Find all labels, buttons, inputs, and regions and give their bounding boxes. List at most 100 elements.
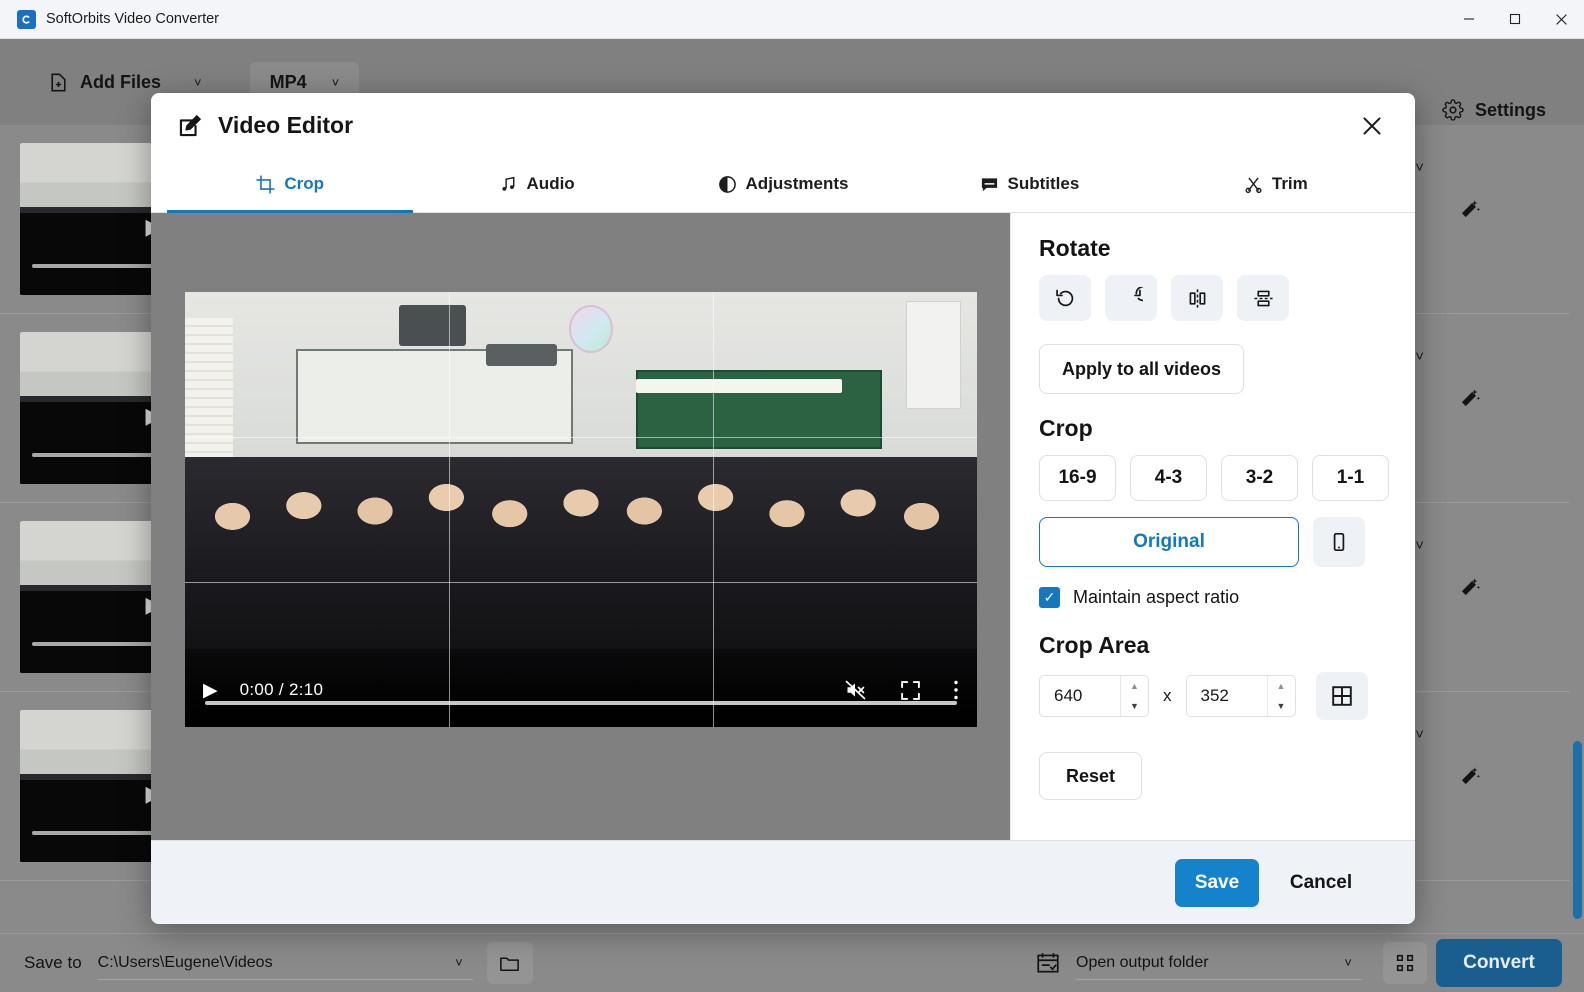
time-display: 0:00 / 2:10	[239, 680, 324, 699]
maintain-aspect-ratio-checkbox[interactable]: ✓	[1039, 587, 1060, 608]
rotate-counterclockwise-button[interactable]	[1039, 275, 1091, 321]
tab-trim[interactable]: Trim	[1153, 158, 1399, 213]
post-conversion-action-select[interactable]: Open output folder ˅	[1076, 946, 1362, 980]
row-chevron-down-icon[interactable]: ˅	[1415, 159, 1424, 176]
phone-portrait-icon	[1329, 532, 1349, 552]
rotate-clockwise-icon	[1120, 286, 1143, 310]
convert-button[interactable]: Convert	[1436, 939, 1562, 987]
rotate-counterclockwise-icon	[1054, 287, 1077, 310]
format-label: MP4	[269, 71, 307, 92]
output-path-input[interactable]: C:\Users\Eugene\Videos ˅	[97, 946, 473, 980]
rotate-clockwise-button[interactable]	[1105, 275, 1157, 321]
video-preview-canvas: ▶ 0:00 / 2:10	[151, 213, 1011, 840]
apply-to-all-videos-button[interactable]: Apply to all videos	[1039, 344, 1245, 394]
edit-pencil-icon	[177, 112, 204, 139]
ratio-1-1-button[interactable]: 1-1	[1312, 455, 1389, 501]
tab-crop-label: Crop	[284, 174, 325, 193]
tab-subtitles-label: Subtitles	[1007, 174, 1080, 193]
contrast-icon	[718, 175, 737, 194]
dialog-header: Video Editor	[151, 93, 1415, 158]
flip-vertical-button[interactable]	[1237, 275, 1289, 321]
scrollbar-thumb[interactable]	[1573, 741, 1582, 919]
crop-heading: Crop	[1039, 415, 1093, 441]
kebab-menu-icon[interactable]	[953, 679, 959, 701]
maximize-button[interactable]	[1492, 0, 1538, 39]
editor-body: ▶ 0:00 / 2:10 Rotate Apply to all videos…	[151, 213, 1415, 840]
video-player[interactable]: ▶ 0:00 / 2:10	[185, 292, 977, 727]
flip-horizontal-button[interactable]	[1171, 275, 1223, 321]
post-action-chevron-down-icon[interactable]: ˅	[1344, 955, 1352, 970]
magic-wand-icon[interactable]	[1457, 764, 1482, 789]
flip-vertical-icon	[1252, 287, 1275, 310]
output-path-chevron-down-icon[interactable]: ˅	[455, 955, 463, 970]
ratio-16-9-button[interactable]: 16-9	[1039, 455, 1116, 501]
grid-overlay-toggle-button[interactable]	[1315, 672, 1368, 720]
rotate-button-group	[1039, 275, 1389, 321]
crop-settings-panel: Rotate Apply to all videos Crop 16-9 4-3…	[1011, 213, 1415, 840]
output-path-value: C:\Users\Eugene\Videos	[97, 953, 273, 971]
subtitles-icon	[980, 175, 999, 194]
row-chevron-down-icon[interactable]: ˅	[1415, 726, 1424, 743]
original-ratio-row: Original	[1039, 517, 1389, 567]
crop-height-increment[interactable]: ▲	[1268, 676, 1295, 696]
fullscreen-icon[interactable]	[900, 680, 921, 701]
close-window-button[interactable]	[1538, 0, 1584, 39]
add-files-label: Add Files	[80, 71, 162, 92]
minimize-button[interactable]	[1446, 0, 1492, 39]
dialog-footer: Save Cancel	[151, 840, 1415, 924]
browse-folder-button[interactable]	[486, 942, 533, 984]
tab-subtitles[interactable]: Subtitles	[906, 158, 1152, 213]
cancel-button[interactable]: Cancel	[1269, 859, 1373, 907]
row-chevron-down-icon[interactable]: ˅	[1415, 348, 1424, 365]
video-progress-bar[interactable]	[205, 701, 957, 705]
tab-trim-label: Trim	[1271, 174, 1308, 193]
flip-horizontal-icon	[1186, 287, 1209, 310]
window-controls	[1446, 0, 1584, 39]
application-window: SoftOrbits Video Converter Add Files ˅ M…	[0, 0, 1584, 992]
play-icon[interactable]: ▶	[203, 679, 218, 702]
checkmark-icon: ✓	[1043, 589, 1056, 605]
save-button[interactable]: Save	[1175, 858, 1259, 907]
title-bar: SoftOrbits Video Converter	[0, 0, 1584, 39]
ratio-3-2-button[interactable]: 3-2	[1221, 455, 1298, 501]
crop-dimension-separator: x	[1163, 686, 1172, 705]
add-files-chevron-down-icon[interactable]: ˅	[194, 75, 202, 90]
magic-wand-icon[interactable]	[1457, 575, 1482, 600]
magic-wand-icon[interactable]	[1457, 197, 1482, 222]
phone-portrait-button[interactable]	[1313, 517, 1365, 567]
tab-adjustments[interactable]: Adjustments	[660, 158, 906, 213]
ratio-4-3-button[interactable]: 4-3	[1130, 455, 1207, 501]
settings-label: Settings	[1474, 99, 1546, 120]
crop-height-value[interactable]: 352	[1187, 686, 1267, 706]
schedule-icon[interactable]	[1035, 950, 1061, 976]
tab-crop[interactable]: Crop	[167, 158, 414, 213]
crop-area-heading: Crop Area	[1039, 632, 1150, 658]
volume-muted-icon[interactable]	[844, 678, 868, 702]
grid-overlay-icon	[1331, 685, 1353, 707]
close-dialog-button[interactable]	[1355, 109, 1389, 143]
row-chevron-down-icon[interactable]: ˅	[1415, 537, 1424, 554]
crop-height-stepper[interactable]: 352 ▲ ▼	[1185, 675, 1296, 717]
maintain-aspect-ratio-label: Maintain aspect ratio	[1073, 587, 1240, 607]
editor-tabs: Crop Audio Adjustments Subtitles Trim	[151, 158, 1415, 213]
crop-height-decrement[interactable]: ▼	[1268, 696, 1295, 716]
video-editor-dialog: Video Editor Crop Audio Adjustments Subt…	[151, 93, 1415, 924]
save-to-label: Save to	[24, 953, 82, 972]
add-file-icon	[48, 72, 69, 93]
crop-width-decrement[interactable]: ▼	[1121, 696, 1148, 716]
crop-width-stepper[interactable]: 640 ▲ ▼	[1039, 675, 1149, 717]
post-action-value: Open output folder	[1076, 953, 1209, 971]
magic-wand-icon[interactable]	[1457, 386, 1482, 411]
crop-width-value[interactable]: 640	[1040, 686, 1120, 706]
file-list-scrollbar[interactable]	[1570, 125, 1584, 933]
rotate-heading: Rotate	[1039, 235, 1111, 261]
format-chevron-down-icon[interactable]: ˅	[332, 75, 340, 90]
reset-button[interactable]: Reset	[1039, 752, 1143, 800]
settings-button[interactable]: Settings	[1442, 99, 1546, 121]
ratio-original-button[interactable]: Original	[1039, 517, 1299, 567]
view-mode-grid-button[interactable]	[1383, 942, 1427, 984]
maintain-aspect-ratio-row[interactable]: ✓ Maintain aspect ratio	[1039, 587, 1389, 608]
tab-audio[interactable]: Audio	[413, 158, 659, 213]
crop-width-increment[interactable]: ▲	[1121, 676, 1148, 696]
tab-audio-label: Audio	[526, 174, 575, 193]
